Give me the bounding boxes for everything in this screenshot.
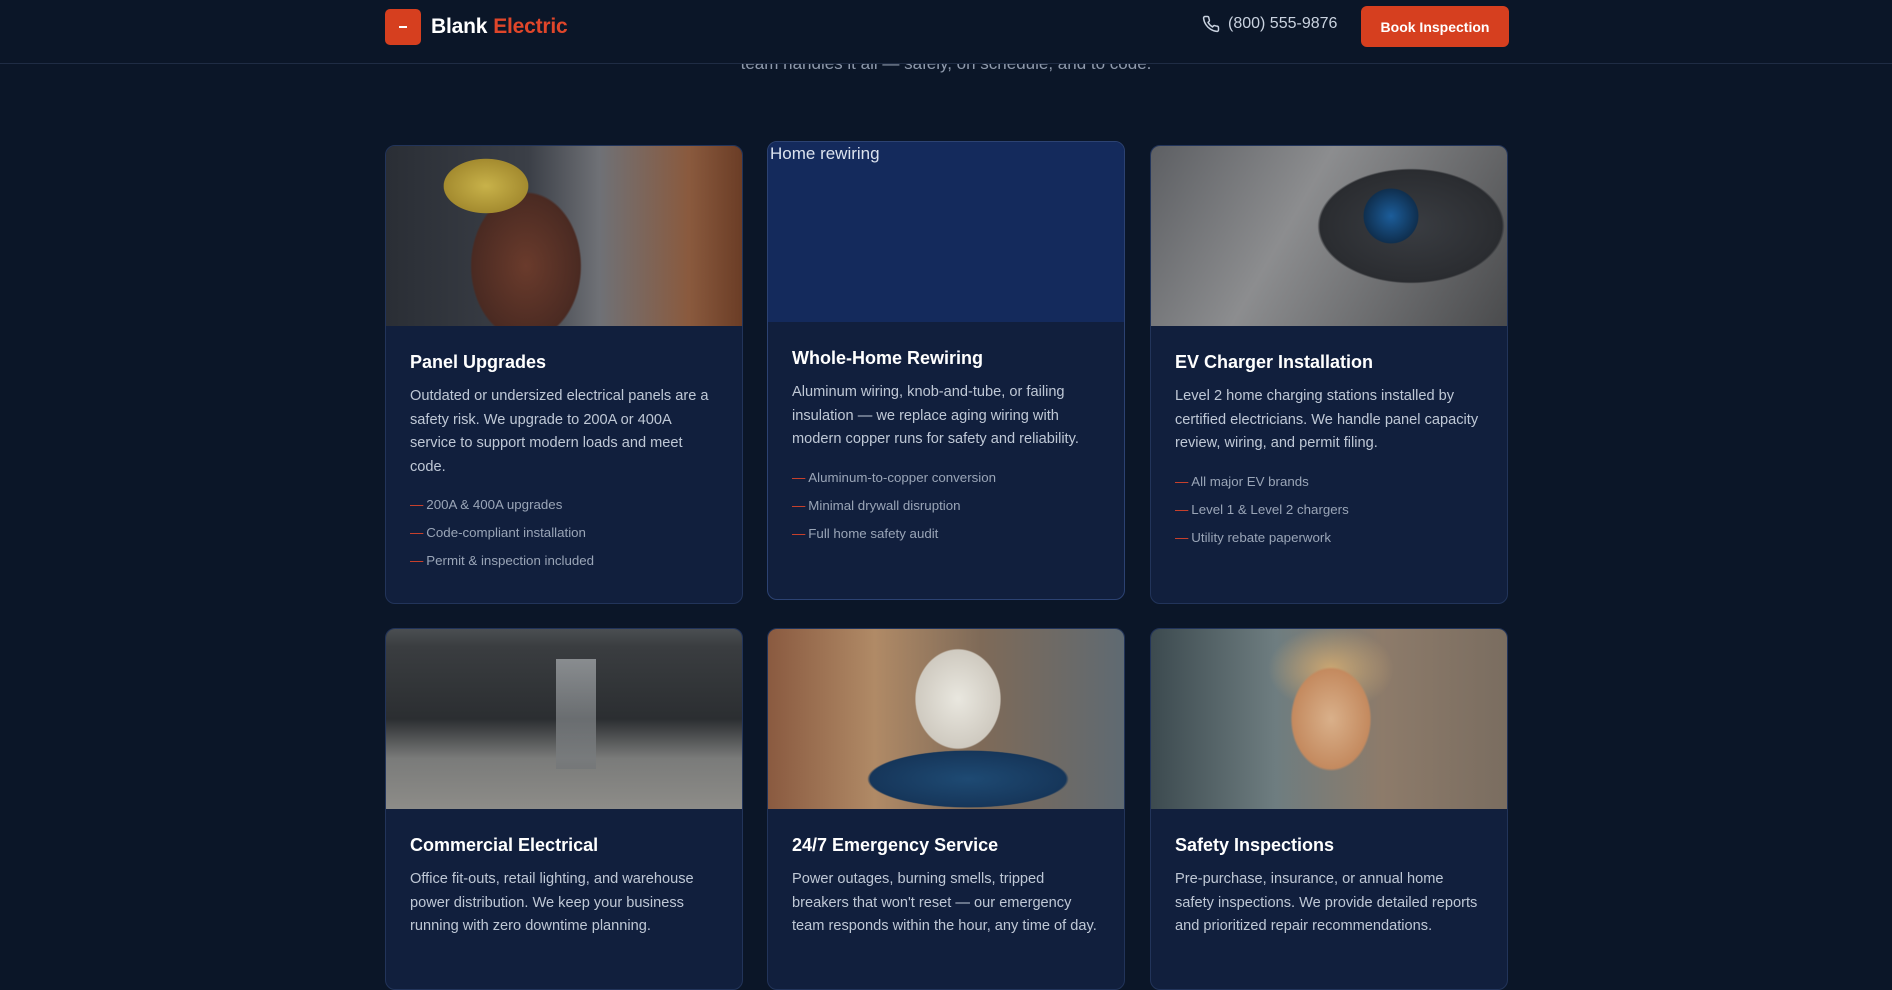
feature-item: — Aluminum-to-copper conversion bbox=[792, 469, 997, 485]
feature-list: — Aluminum-to-copper conversion — Minimal … bbox=[792, 464, 1100, 548]
service-image bbox=[386, 629, 742, 809]
service-description: Level 2 home charging stations installed… bbox=[1175, 388, 1479, 451]
service-card-whole-home-rewiring[interactable]: Home rewiring Whole-Home Rewiring Alumin… bbox=[767, 141, 1125, 600]
service-title: Safety Inspections bbox=[1175, 835, 1335, 855]
feature-item: — Full home safety audit bbox=[792, 525, 939, 541]
dash-icon: — bbox=[1175, 529, 1189, 545]
phone-number: (800) 555-9876 bbox=[1228, 15, 1338, 32]
service-title: EV Charger Installation bbox=[1175, 352, 1374, 372]
site-header: Blank Electric (800) 555-9876 Book Inspec… bbox=[0, 0, 1892, 64]
service-description: Outdated or undersized electrical panels… bbox=[410, 388, 709, 475]
service-description: Aluminum wiring, knob-and-tube, or faili… bbox=[792, 384, 1079, 447]
phone-icon bbox=[1202, 15, 1220, 33]
service-description: Pre-purchase, insurance, or annual home … bbox=[1175, 871, 1478, 934]
service-image bbox=[1151, 629, 1507, 809]
book-inspection-button[interactable]: Book Inspection bbox=[1361, 6, 1509, 47]
dash-icon: — bbox=[792, 469, 806, 485]
feature-item: — Utility rebate paperwork bbox=[1175, 529, 1331, 545]
brand-name: Blank Electric bbox=[431, 15, 568, 39]
service-title: 24/7 Emergency Service bbox=[792, 835, 999, 855]
logo-mark-icon bbox=[385, 9, 421, 45]
service-card-commercial-electrical[interactable]: Commercial Electrical Office fit-outs, r… bbox=[385, 628, 743, 990]
feature-item: —200A & 400A upgrades bbox=[410, 497, 563, 512]
service-card-ev-charger-installation[interactable]: EV Charger Installation Level 2 home cha… bbox=[1150, 145, 1508, 604]
service-title: Whole-Home Rewiring bbox=[792, 348, 984, 368]
service-title: Commercial Electrical bbox=[410, 835, 599, 855]
service-card-emergency-service[interactable]: 24/7 Emergency Service Power outages, bu… bbox=[767, 628, 1125, 990]
feature-item: — Code-compliant installation bbox=[410, 525, 586, 540]
broken-image-alt-text: Home rewiring bbox=[770, 144, 880, 163]
dash-icon: — bbox=[410, 497, 424, 512]
feature-list: — All major EV brands — Level 1 & Level 2 … bbox=[1175, 468, 1483, 552]
dash-icon: — bbox=[1175, 473, 1189, 489]
dash-icon: — bbox=[792, 525, 806, 541]
service-image-broken: Home rewiring bbox=[768, 142, 1124, 322]
service-description: Office fit-outs, retail lighting, and wa… bbox=[410, 871, 694, 934]
service-card-safety-inspections[interactable]: Safety Inspections Pre-purchase, insuran… bbox=[1150, 628, 1508, 990]
feature-item: — Level 1 & Level 2 chargers bbox=[1175, 501, 1349, 517]
service-image bbox=[1151, 146, 1507, 326]
service-title: Panel Upgrades bbox=[410, 352, 547, 372]
service-card-panel-upgrades[interactable]: Panel Upgrades Outdated or undersized el… bbox=[385, 145, 743, 604]
brand-name-word1: Blank bbox=[431, 15, 488, 38]
phone-link[interactable]: (800) 555-9876 bbox=[1202, 15, 1337, 33]
feature-item: — All major EV brands bbox=[1175, 473, 1309, 489]
service-image bbox=[386, 146, 742, 326]
dash-icon: — bbox=[1175, 501, 1189, 517]
service-image bbox=[768, 629, 1124, 809]
brand-logo[interactable]: Blank Electric bbox=[385, 9, 568, 45]
dash-icon: — bbox=[410, 525, 424, 540]
feature-item: — Minimal drywall disruption bbox=[792, 497, 961, 513]
dash-icon: — bbox=[792, 497, 806, 513]
feature-item: — Permit & inspection included bbox=[410, 553, 595, 568]
brand-name-word2: Electric bbox=[493, 15, 568, 38]
feature-list: —200A & 400A upgrades — Code-compliant in… bbox=[410, 491, 718, 575]
dash-icon: — bbox=[410, 553, 424, 568]
service-description: Power outages, burning smells, tripped b… bbox=[792, 871, 1097, 934]
